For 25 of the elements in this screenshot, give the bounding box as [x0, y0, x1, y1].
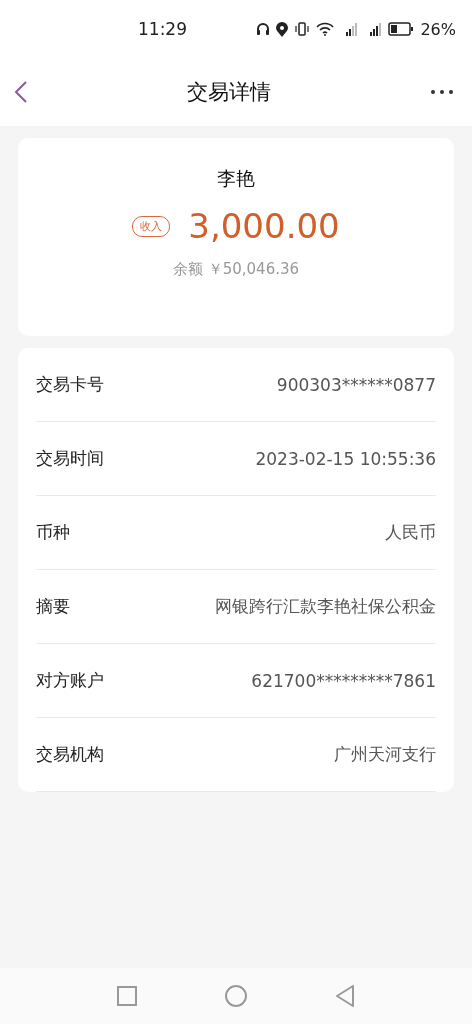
amount: 3,000.00: [188, 206, 340, 246]
location-icon: [276, 21, 289, 37]
detail-label: 摘要: [36, 595, 70, 618]
detail-label: 对方账户: [36, 669, 104, 692]
income-tag: 收入: [132, 215, 171, 237]
detail-label: 交易机构: [36, 743, 104, 766]
detail-value: 900303******0877: [276, 374, 436, 395]
detail-value: 人民币: [385, 521, 436, 544]
wifi-icon: [316, 22, 335, 36]
battery-icon: [388, 22, 415, 36]
page-title: 交易详情: [187, 79, 271, 106]
vibrate-icon: [294, 22, 311, 36]
more-dots-icon[interactable]: [430, 89, 454, 95]
headphones-icon: [256, 22, 271, 36]
detail-value: 621700*********7861: [251, 670, 436, 691]
status-time: 11:29: [138, 19, 188, 39]
detail-label: 交易时间: [36, 447, 104, 470]
detail-value: 网银跨行汇款李艳社保公积金: [215, 595, 436, 618]
detail-label: 币种: [36, 521, 70, 544]
balance-text: 余额 ￥50,046.36: [172, 260, 300, 279]
payer-name: 李艳: [217, 166, 255, 191]
battery-percent: 26%: [420, 19, 456, 39]
detail-value: 2023-02-15 10:55:36: [255, 448, 436, 469]
detail-label: 交易卡号: [36, 373, 104, 396]
detail-value: 广州天河支行: [334, 743, 436, 766]
